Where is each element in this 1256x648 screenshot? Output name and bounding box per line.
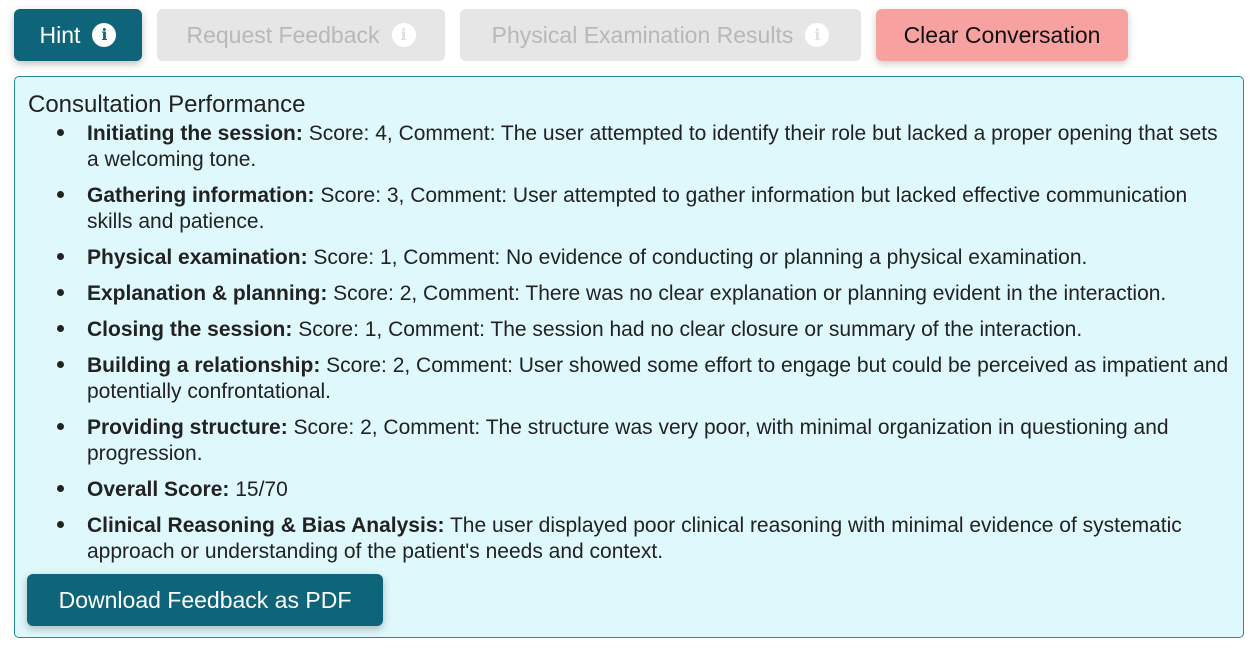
panel-title: Consultation Performance	[28, 91, 306, 118]
request-feedback-button[interactable]: Request Feedback i	[157, 9, 445, 61]
clear-conversation-button[interactable]: Clear Conversation	[876, 9, 1128, 61]
item-label: Explanation & planning:	[87, 282, 328, 305]
item-label: Physical examination:	[87, 246, 308, 269]
feedback-list: Initiating the session: Score: 4, Commen…	[57, 121, 1232, 575]
info-icon: i	[92, 23, 117, 47]
list-item: Physical examination: Score: 1, Comment:…	[57, 245, 1232, 271]
bullet-icon	[57, 245, 87, 271]
item-label: Providing structure:	[87, 416, 288, 439]
list-item: Initiating the session: Score: 4, Commen…	[57, 121, 1232, 173]
info-icon: i	[805, 23, 830, 47]
download-feedback-pdf-button[interactable]: Download Feedback as PDF	[27, 574, 383, 626]
item-label: Clinical Reasoning & Bias Analysis:	[87, 514, 445, 537]
bullet-icon	[57, 415, 87, 441]
bullet-icon	[57, 477, 87, 503]
physical-examination-results-label: Physical Examination Results	[491, 21, 794, 48]
bullet-icon	[57, 513, 87, 539]
item-text: Score: 2, Comment: There was no clear ex…	[327, 282, 1167, 305]
feedback-panel: Consultation Performance Initiating the …	[14, 76, 1244, 638]
request-feedback-label: Request Feedback	[186, 21, 380, 48]
list-item: Gathering information: Score: 3, Comment…	[57, 183, 1232, 235]
toolbar: Hint i Request Feedback i Physical Exami…	[14, 9, 1128, 61]
bullet-icon	[57, 183, 87, 209]
list-item: Providing structure: Score: 2, Comment: …	[57, 415, 1232, 467]
item-label: Overall Score:	[87, 478, 230, 501]
list-item: Clinical Reasoning & Bias Analysis: The …	[57, 513, 1232, 565]
hint-button[interactable]: Hint i	[14, 9, 142, 61]
info-icon: i	[391, 23, 416, 47]
item-label: Building a relationship:	[87, 354, 321, 377]
list-item: Closing the session: Score: 1, Comment: …	[57, 317, 1232, 343]
item-text: Score: 1, Comment: The session had no cl…	[292, 318, 1083, 341]
download-feedback-label: Download Feedback as PDF	[58, 586, 352, 613]
bullet-icon	[57, 121, 87, 147]
physical-examination-results-button[interactable]: Physical Examination Results i	[460, 9, 861, 61]
bullet-icon	[57, 317, 87, 343]
clear-conversation-label: Clear Conversation	[903, 21, 1101, 48]
list-item: Building a relationship: Score: 2, Comme…	[57, 353, 1232, 405]
item-label: Gathering information:	[87, 184, 315, 207]
item-text: Score: 1, Comment: No evidence of conduc…	[307, 246, 1088, 269]
list-item: Overall Score: 15/70	[57, 477, 1232, 503]
bullet-icon	[57, 353, 87, 379]
item-label: Initiating the session:	[87, 122, 303, 145]
item-text: 15/70	[229, 478, 288, 501]
hint-label: Hint	[39, 21, 81, 48]
item-label: Closing the session:	[87, 318, 293, 341]
list-item: Explanation & planning: Score: 2, Commen…	[57, 281, 1232, 307]
bullet-icon	[57, 281, 87, 307]
